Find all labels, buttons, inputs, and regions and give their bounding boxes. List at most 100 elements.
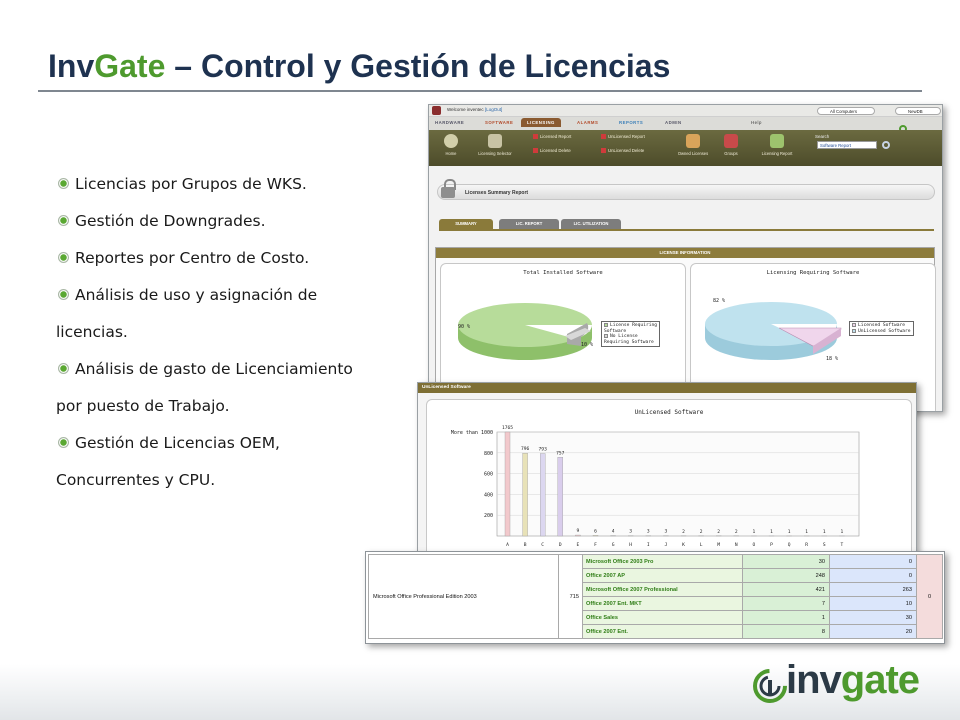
licensed-report-button[interactable]: Licensed Report [533, 134, 571, 139]
bar [557, 457, 564, 537]
bar-value-label: 2 [682, 529, 685, 535]
tab-lic-utilization[interactable]: LIC. UTILIZATION [561, 219, 621, 229]
search-type-select[interactable]: Software Report [817, 141, 877, 149]
y-tick-label: 600 [484, 472, 493, 478]
count-cell: 0 [829, 568, 917, 583]
home-button[interactable]: Home [439, 134, 463, 156]
product-cell: Microsoft Office Professional Edition 20… [368, 554, 559, 639]
tab-lic-report[interactable]: LIC. REPORT [499, 219, 559, 229]
bullet-dot-icon [58, 215, 69, 226]
licensing-report-button[interactable]: Licensing Report [755, 134, 799, 156]
bar-value-label: 3 [665, 529, 668, 535]
bullet-dot-icon [58, 178, 69, 189]
x-tick-label: A [506, 542, 509, 548]
computers-select[interactable]: All Computers [817, 107, 875, 115]
pie-percent-label: 10 % [581, 342, 594, 348]
tab-alarms[interactable]: ALARMS [577, 120, 598, 125]
legend-swatch [852, 323, 856, 327]
x-tick-label: O [753, 542, 756, 548]
count-cell: 7 [742, 596, 830, 611]
owned-licenses-button[interactable]: Owned Licenses [673, 134, 713, 156]
delete-icon [601, 148, 606, 153]
bar-value-label: 1 [823, 529, 826, 535]
x-tick-label: S [823, 542, 826, 548]
bar-value-label: 1 [788, 529, 791, 535]
groups-button[interactable]: Groups [719, 134, 743, 156]
x-tick-label: L [700, 542, 703, 548]
bar-value-label: 1 [841, 529, 844, 535]
y-tick-label: 200 [484, 513, 493, 519]
pie-percent-label: 18 % [826, 356, 839, 362]
unlicensed-software-screenshot: UnLicensed Software UnLicensed Software … [417, 382, 917, 560]
bar-value-label: 757 [556, 450, 565, 456]
unlicensed-delete-button[interactable]: UnLicensed Delete [601, 148, 644, 153]
bar-value-label: 9 [577, 528, 580, 534]
licenses-icon [686, 134, 700, 148]
software-cell: Office 2007 Ent. MKT [582, 596, 743, 611]
count-cell: 10 [829, 596, 917, 611]
groups-icon [724, 134, 738, 148]
bar-value-label: 1765 [502, 425, 513, 431]
total-cell: 715 [558, 554, 583, 639]
x-tick-label: G [612, 542, 615, 548]
pie-legend: License Requiring Software No License Re… [601, 321, 661, 347]
tab-summary[interactable]: SUMMARY [439, 219, 493, 229]
bar [592, 535, 599, 537]
tab-reports[interactable]: REPORTS [619, 120, 643, 125]
count-cell: 248 [742, 568, 830, 583]
monitor-icon [488, 134, 502, 148]
count-cell: 0 [829, 554, 917, 569]
count-cell: 263 [829, 582, 917, 597]
legend-swatch [852, 328, 856, 333]
legend-item: No License Requiring Software [604, 334, 654, 345]
pie-percent-label: 82 % [713, 298, 726, 304]
bar [504, 431, 511, 537]
bar-value-label: 2 [717, 529, 720, 535]
bullet-item: Reportes por Centro de Costo. [56, 240, 386, 277]
footer-logo-text: invgate [786, 658, 920, 702]
tab-software[interactable]: SOFTWARE [485, 120, 513, 125]
bar [539, 453, 546, 537]
software-cell: Microsoft Office 2003 Pro [582, 554, 743, 569]
license-table-screenshot: Microsoft Office Professional Edition 20… [365, 551, 945, 644]
software-cell: Office 2007 AP [582, 568, 743, 583]
y-tick-label: 400 [484, 492, 493, 498]
count-cell: 1 [742, 610, 830, 625]
search-icon[interactable] [882, 141, 890, 149]
remaining-cell: 0 [916, 554, 943, 639]
bullet-item: Gestión de Downgrades. [56, 203, 386, 240]
legend-item: UnLicensed Software [852, 328, 911, 335]
panel-header: UnLicensed Software [418, 383, 916, 393]
x-tick-label: M [717, 542, 720, 548]
tab-admin[interactable]: ADMIN [665, 120, 682, 125]
x-tick-label: H [629, 542, 632, 548]
search-label: Search [815, 134, 830, 139]
legend-swatch [604, 323, 608, 327]
bullet-dot-icon [58, 437, 69, 448]
app-topbar: Welcome inventec [LogOut] All Computers … [429, 105, 942, 117]
bar-value-label: 2 [735, 529, 738, 535]
pie-percent-label: 90 % [458, 324, 471, 330]
software-cell: Office Sales [582, 610, 743, 625]
tab-hardware[interactable]: HARDWARE [435, 120, 464, 125]
title-brand-inv: Inv [48, 48, 95, 84]
bar-value-label: 1 [805, 529, 808, 535]
x-tick-label: B [524, 542, 527, 548]
logout-link[interactable]: [LogOut] [485, 107, 502, 112]
unlicensed-report-button[interactable]: UnLicensed Report [601, 134, 645, 139]
bar-value-label: 1 [770, 529, 773, 535]
bullet-continuation: Concurrentes y CPU. [56, 471, 216, 489]
count-cell: 20 [829, 624, 917, 639]
tab-help[interactable]: Help [751, 120, 762, 125]
tab-licensing[interactable]: LICENSING [521, 118, 561, 127]
licensing-selector-button[interactable]: Licensing Selector [473, 134, 517, 156]
database-select[interactable]: NewDB [895, 107, 941, 115]
report-title: Licenses Summary Report [465, 190, 529, 196]
bar-value-label: 1 [753, 529, 756, 535]
report-icon [533, 134, 538, 139]
unlicensed-bar-chart: More than 1000 800 600 400 200 1765 A 796 B 793 C 7… [451, 425, 860, 548]
count-cell: 30 [742, 554, 830, 569]
x-tick-label: I [647, 542, 650, 548]
subtab-underline [439, 229, 934, 231]
licensed-delete-button[interactable]: Licensed Delete [533, 148, 571, 153]
